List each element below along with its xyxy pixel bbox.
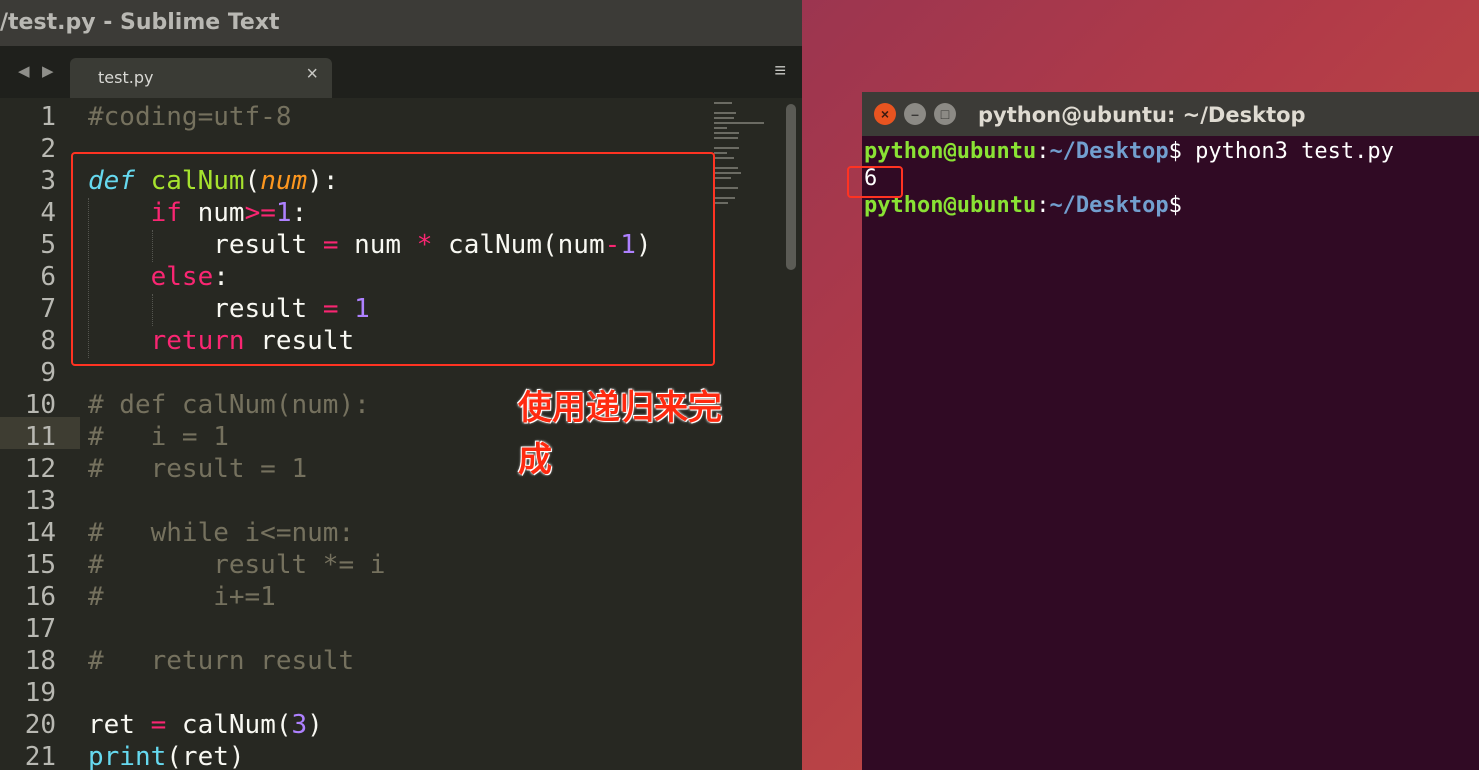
tab-bar: ◀ ▶ test.py × ≡ xyxy=(0,46,802,98)
nav-forward-icon[interactable]: ▶ xyxy=(42,62,54,80)
minimap-line xyxy=(714,157,734,159)
terminal-prompt-line: python@ubuntu:~/Desktop$ xyxy=(864,192,1182,219)
line-number: 9 xyxy=(40,358,56,388)
menu-icon[interactable]: ≡ xyxy=(774,60,786,83)
terminal-title: python@ubuntu: ~/Desktop xyxy=(978,103,1306,127)
line-number-gutter: 1 2 3 4 5 6 7 8 9 10 11 12 13 14 15 16 17 18 19 20 21 xyxy=(0,98,80,770)
line-number: 8 xyxy=(40,326,56,356)
prompt-path: ~/Desktop xyxy=(1049,139,1169,164)
minimap-line xyxy=(714,152,727,154)
line-number: 13 xyxy=(24,486,56,516)
line-number: 1 xyxy=(40,102,56,132)
annotation-text: 使用递归来完成 xyxy=(518,388,722,480)
code-token: ret xyxy=(88,710,151,740)
output-highlight-box xyxy=(847,166,903,198)
code-token: # def calNum(num): xyxy=(88,390,370,420)
prompt-sep: : xyxy=(1036,139,1050,164)
line-number: 11 xyxy=(24,422,56,452)
prompt-sep: : xyxy=(1036,193,1050,218)
minimap-line xyxy=(714,132,740,134)
line-number: 3 xyxy=(40,166,56,196)
minimap-line xyxy=(714,177,731,179)
code-line: # while i<=num: xyxy=(88,517,354,549)
code-token: calNum( xyxy=(166,710,292,740)
nav-back-icon[interactable]: ◀ xyxy=(18,62,30,80)
code-token: # return result xyxy=(88,646,355,676)
prompt-cmd: $ xyxy=(1168,193,1182,218)
line-number: 17 xyxy=(24,614,56,644)
line-number: 7 xyxy=(40,294,56,324)
code-token: # result *= i xyxy=(88,550,386,580)
code-token: # i+=1 xyxy=(88,582,276,612)
minimap-line xyxy=(714,147,740,149)
code-line: # def calNum(num): xyxy=(88,389,370,421)
line-number: 19 xyxy=(24,678,56,708)
line-number: 2 xyxy=(40,134,56,164)
line-number: 10 xyxy=(24,390,56,420)
minimap-line xyxy=(714,172,741,174)
code-line: ret = calNum(3) xyxy=(88,709,323,741)
line-number: 21 xyxy=(24,742,56,770)
terminal-window[interactable]: × – □ python@ubuntu: ~/Desktop python@ub… xyxy=(862,92,1479,770)
code-line: # result *= i xyxy=(88,549,385,581)
line-number: 20 xyxy=(24,710,56,740)
minimap-line xyxy=(714,122,765,124)
line-number: 12 xyxy=(24,454,56,484)
minimap-line xyxy=(714,167,738,169)
line-number: 4 xyxy=(40,198,56,228)
minimap[interactable] xyxy=(712,98,782,298)
tab-label: test.py xyxy=(98,68,154,87)
code-token: ) xyxy=(307,710,323,740)
sublime-title-bar: /test.py - Sublime Text xyxy=(0,0,802,46)
prompt-user: python@ubuntu xyxy=(864,139,1037,164)
terminal-title-bar: × – □ python@ubuntu: ~/Desktop xyxy=(862,92,1479,136)
minimap-line xyxy=(714,112,737,114)
minimize-icon[interactable]: – xyxy=(904,103,926,125)
maximize-icon[interactable]: □ xyxy=(934,103,956,125)
window-title: /test.py - Sublime Text xyxy=(0,10,280,35)
terminal-prompt-line: python@ubuntu:~/Desktop$ python3 test.py xyxy=(864,138,1394,165)
code-line: # i+=1 xyxy=(88,581,276,613)
function-highlight-box xyxy=(71,152,715,366)
code-line: print(ret) xyxy=(88,741,245,770)
code-line: # result = 1 xyxy=(88,453,307,485)
code-line: # return result xyxy=(88,645,354,677)
code-line: #coding=utf-8 xyxy=(88,101,292,133)
code-token: print xyxy=(88,742,167,770)
minimap-line xyxy=(714,137,738,139)
line-number: 14 xyxy=(24,518,56,548)
line-number: 16 xyxy=(24,582,56,612)
line-number: 6 xyxy=(40,262,56,292)
minimap-line xyxy=(714,197,735,199)
code-token: #coding=utf-8 xyxy=(88,102,292,132)
minimap-line xyxy=(714,102,733,104)
line-number: 5 xyxy=(40,230,56,260)
minimap-line xyxy=(714,202,728,204)
minimap-line xyxy=(714,117,734,119)
minimap-line xyxy=(714,187,738,189)
close-icon[interactable]: × xyxy=(874,103,896,125)
scrollbar-thumb[interactable] xyxy=(786,104,796,270)
code-token: # result = 1 xyxy=(88,454,308,484)
minimap-line xyxy=(714,127,727,129)
code-token: (ret) xyxy=(166,742,245,770)
tab-close-icon[interactable]: × xyxy=(306,63,318,86)
sublime-window: /test.py - Sublime Text ◀ ▶ test.py × ≡ … xyxy=(0,0,802,770)
code-token: # while i<=num: xyxy=(88,518,355,548)
line-number: 15 xyxy=(24,550,56,580)
code-token: 3 xyxy=(291,710,308,740)
prompt-cmd: $ python3 test.py xyxy=(1168,139,1394,164)
line-number: 18 xyxy=(24,646,56,676)
tab-test-py[interactable]: test.py × xyxy=(70,58,332,98)
prompt-path: ~/Desktop xyxy=(1049,193,1169,218)
code-token: = xyxy=(150,710,167,740)
code-line: # i = 1 xyxy=(88,421,229,453)
code-token: # i = 1 xyxy=(88,422,229,452)
